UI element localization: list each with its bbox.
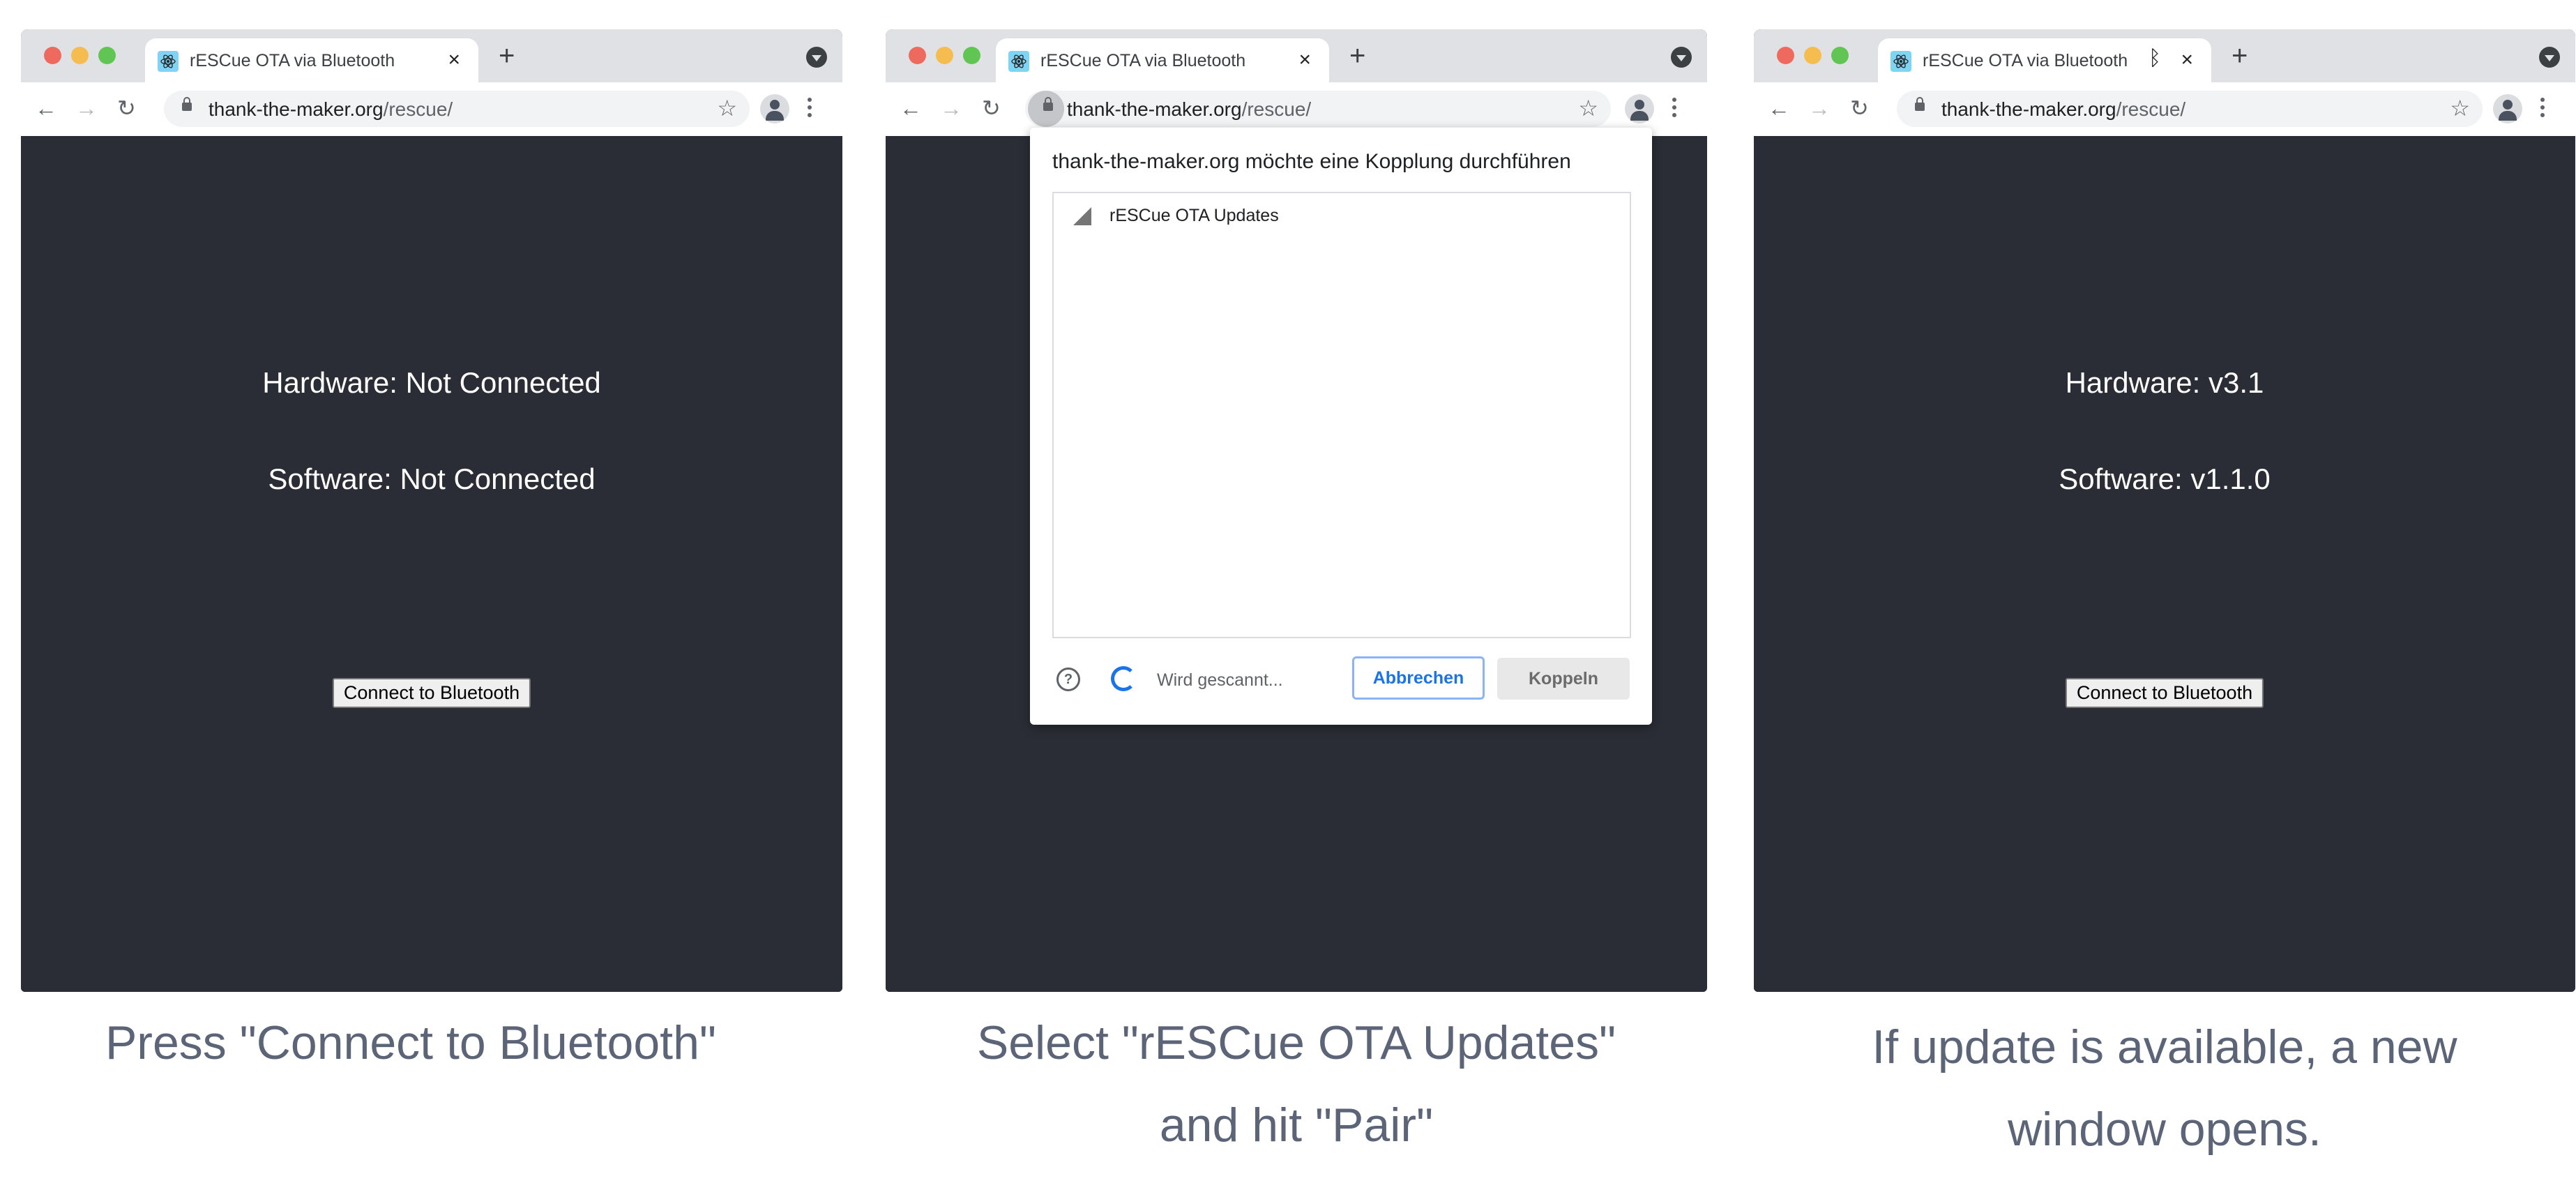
url-path: /rescue/ [1241, 98, 1312, 120]
browser-tab[interactable]: rESCue OTA via Bluetooth × [996, 38, 1329, 82]
maximize-window-button[interactable] [963, 47, 980, 64]
react-favicon-icon [158, 51, 179, 72]
device-list[interactable]: rESCue OTA Updates [1052, 192, 1631, 638]
caption-line: Select "rESCue OTA Updates" [976, 1016, 1616, 1069]
forward-button[interactable]: → [1808, 94, 1831, 122]
browser-tab[interactable]: rESCue OTA via Bluetooth × [145, 38, 478, 82]
signal-strength-icon [1073, 207, 1091, 225]
tab-strip: rESCue OTA via Bluetooth × + [886, 29, 1707, 82]
device-name: rESCue OTA Updates [1109, 206, 1279, 225]
address-bar[interactable]: thank-the-maker.org/rescue/ ☆ [1897, 91, 2483, 127]
back-button[interactable]: ← [35, 94, 57, 122]
url-path: /rescue/ [2116, 98, 2186, 120]
caption-line: If update is available, a new [1872, 1020, 2457, 1073]
minimize-window-button[interactable] [936, 47, 953, 64]
software-status: Software: Not Connected [268, 462, 596, 495]
tab-strip: rESCue OTA via Bluetooth ᛒ × + [1754, 29, 2575, 82]
browser-window-step-3: rESCue OTA via Bluetooth ᛒ × + ← → ↻ tha… [1754, 29, 2575, 992]
profile-avatar-icon[interactable] [1625, 94, 1654, 123]
caption-line: window opens. [2008, 1103, 2321, 1156]
tab-title: rESCue OTA via Bluetooth [190, 51, 395, 70]
tab-search-icon[interactable] [2539, 47, 2560, 68]
browser-menu-icon[interactable] [1672, 98, 1676, 117]
browser-window-step-1: rESCue OTA via Bluetooth × + ← → ↻ thank… [21, 29, 842, 992]
reload-button[interactable]: ↻ [117, 94, 136, 122]
caption-line: and hit "Pair" [1159, 1099, 1434, 1152]
tab-close-icon[interactable]: × [448, 48, 460, 72]
close-window-button[interactable] [44, 47, 61, 64]
step-1-caption: Press "Connect to Bluetooth" [0, 1002, 821, 1084]
new-tab-button[interactable]: + [2232, 42, 2248, 70]
browser-toolbar: ← → ↻ thank-the-maker.org/rescue/ ☆ [21, 82, 842, 137]
address-bar[interactable]: thank-the-maker.org/rescue/ ☆ [1025, 91, 1611, 127]
window-controls [44, 47, 116, 64]
dialog-title: thank-the-maker.org möchte eine Kopplung… [1052, 150, 1571, 173]
lock-icon[interactable] [182, 97, 192, 111]
window-controls [1777, 47, 1849, 64]
cancel-button[interactable]: Abbrechen [1352, 656, 1485, 700]
url-path: /rescue/ [383, 98, 453, 120]
tab-strip: rESCue OTA via Bluetooth × + [21, 29, 842, 82]
step-3-caption: If update is available, a new window ope… [1754, 1006, 2575, 1170]
new-tab-button[interactable]: + [499, 42, 515, 70]
window-controls [909, 47, 980, 64]
forward-button[interactable]: → [940, 94, 962, 122]
url-host: thank-the-maker.org [1067, 98, 1242, 120]
tab-close-icon[interactable]: × [1298, 48, 1311, 72]
dialog-footer: ? Wird gescannt... Abbrechen Koppeln [1052, 656, 1630, 705]
url-text[interactable]: thank-the-maker.org/rescue/ [1941, 98, 2185, 121]
address-bar[interactable]: thank-the-maker.org/rescue/ ☆ [164, 91, 750, 127]
help-icon[interactable]: ? [1056, 668, 1080, 691]
tab-search-icon[interactable] [1671, 47, 1692, 68]
lock-icon[interactable] [1915, 97, 1925, 111]
tab-title: rESCue OTA via Bluetooth [1040, 51, 1246, 70]
back-button[interactable]: ← [1768, 94, 1790, 122]
step-2-caption: Select "rESCue OTA Updates" and hit "Pai… [886, 1002, 1707, 1166]
minimize-window-button[interactable] [1804, 47, 1821, 64]
minimize-window-button[interactable] [71, 47, 89, 64]
hardware-status: Hardware: Not Connected [262, 366, 601, 399]
tab-close-icon[interactable]: × [2181, 48, 2193, 72]
browser-menu-icon[interactable] [808, 98, 812, 117]
new-tab-button[interactable]: + [1349, 42, 1365, 70]
pair-button[interactable]: Koppeln [1497, 658, 1630, 700]
url-text[interactable]: thank-the-maker.org/rescue/ [1067, 98, 1311, 121]
scanning-spinner-icon [1111, 666, 1136, 691]
bookmark-star-icon[interactable]: ☆ [1578, 95, 1598, 121]
back-button[interactable]: ← [900, 94, 922, 122]
page-content: Hardware: v3.1 Software: v1.1.0 Connect … [1754, 136, 2575, 992]
bookmark-star-icon[interactable]: ☆ [717, 95, 737, 121]
profile-avatar-icon[interactable] [760, 94, 789, 123]
maximize-window-button[interactable] [1831, 47, 1849, 64]
react-favicon-icon [1008, 51, 1029, 72]
lock-icon[interactable] [1043, 97, 1053, 111]
maximize-window-button[interactable] [98, 47, 116, 64]
reload-button[interactable]: ↻ [1850, 94, 1869, 122]
url-host: thank-the-maker.org [209, 98, 384, 120]
connect-bluetooth-button[interactable]: Connect to Bluetooth [332, 678, 531, 708]
browser-menu-icon[interactable] [2540, 98, 2545, 117]
scanning-status: Wird gescannt... [1157, 670, 1283, 690]
page-content: Hardware: Not Connected Software: Not Co… [21, 136, 842, 992]
browser-tab[interactable]: rESCue OTA via Bluetooth ᛒ × [1878, 38, 2211, 82]
close-window-button[interactable] [1777, 47, 1794, 64]
tab-search-icon[interactable] [806, 47, 827, 68]
react-favicon-icon [1891, 51, 1911, 72]
close-window-button[interactable] [909, 47, 926, 64]
bluetooth-connected-icon: ᛒ [2149, 47, 2161, 70]
connect-bluetooth-button[interactable]: Connect to Bluetooth [2065, 678, 2264, 708]
url-host: thank-the-maker.org [1941, 98, 2116, 120]
reload-button[interactable]: ↻ [982, 94, 1001, 122]
profile-avatar-icon[interactable] [2493, 94, 2522, 123]
browser-toolbar: ← → ↻ thank-the-maker.org/rescue/ ☆ [1754, 82, 2575, 137]
bookmark-star-icon[interactable]: ☆ [2450, 95, 2470, 121]
bluetooth-pairing-dialog: thank-the-maker.org möchte eine Kopplung… [1030, 128, 1652, 725]
device-list-item[interactable]: rESCue OTA Updates [1054, 193, 1630, 234]
url-text[interactable]: thank-the-maker.org/rescue/ [209, 98, 453, 121]
caption-line: Press "Connect to Bluetooth" [105, 1016, 717, 1069]
tab-title: rESCue OTA via Bluetooth [1923, 51, 2128, 70]
forward-button[interactable]: → [75, 94, 98, 122]
software-status: Software: v1.1.0 [2059, 462, 2271, 495]
hardware-status: Hardware: v3.1 [2065, 366, 2264, 399]
